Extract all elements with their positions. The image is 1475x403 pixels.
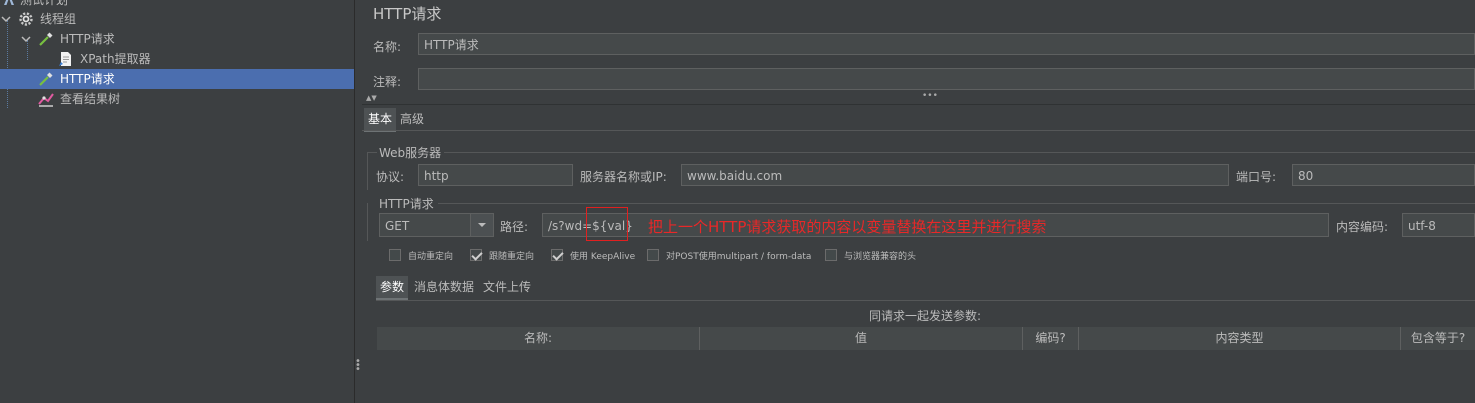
server-label: 服务器名称或IP: bbox=[580, 170, 667, 184]
port-label: 端口号: bbox=[1236, 170, 1277, 184]
tab-divider bbox=[362, 130, 1475, 131]
tab-parameters[interactable]: 参数 bbox=[376, 276, 409, 300]
method-select[interactable]: GET bbox=[379, 213, 494, 237]
chevron-down-icon[interactable] bbox=[0, 9, 12, 29]
encoding-label: 内容编码: bbox=[1336, 220, 1389, 234]
checkbox-multipart[interactable] bbox=[647, 249, 659, 261]
method-value: GET bbox=[385, 219, 410, 233]
fieldset-border bbox=[438, 203, 1475, 204]
tree-item-label: HTTP请求 bbox=[60, 32, 115, 46]
column-header-value[interactable]: 值 bbox=[700, 327, 1023, 350]
checkbox-follow-redirect[interactable] bbox=[470, 249, 482, 261]
fieldset-border bbox=[367, 152, 377, 153]
chevron-down-icon[interactable] bbox=[470, 214, 493, 236]
test-plan-tree: 测试计划 线程组 HTTP请求 XPath提取器 HTTP请求 查看结果树 bbox=[0, 0, 354, 403]
http-request-legend: HTTP请求 bbox=[379, 197, 434, 211]
name-label: 名称: bbox=[373, 40, 402, 54]
results-chart-icon bbox=[38, 91, 54, 107]
checkbox-label: 对POST使用multipart / form-data bbox=[666, 252, 812, 262]
web-server-legend: Web服务器 bbox=[379, 146, 442, 160]
comment-field[interactable] bbox=[418, 68, 1475, 90]
protocol-label: 协议: bbox=[376, 170, 405, 184]
params-table-body[interactable] bbox=[377, 350, 1475, 403]
port-field[interactable]: 80 bbox=[1292, 164, 1475, 186]
fieldset-border bbox=[444, 152, 1475, 153]
tree-item-http-request-2[interactable]: HTTP请求 bbox=[0, 69, 354, 89]
tree-item-xpath-extractor[interactable]: XPath提取器 bbox=[0, 49, 354, 69]
test-plan-icon bbox=[2, 0, 18, 8]
tree-item-view-results-tree[interactable]: 查看结果树 bbox=[0, 89, 354, 109]
comment-label: 注释: bbox=[373, 75, 402, 89]
sampler-pipette-icon bbox=[38, 71, 54, 87]
document-icon bbox=[58, 51, 74, 67]
checkbox-keepalive[interactable] bbox=[551, 249, 563, 261]
checkbox-browser-headers[interactable] bbox=[825, 249, 837, 261]
horizontal-splitter[interactable]: ▲▼ ••• bbox=[362, 91, 1475, 105]
sampler-pipette-icon bbox=[38, 31, 54, 47]
server-field[interactable]: www.baidu.com bbox=[681, 164, 1229, 186]
tab-body-data[interactable]: 消息体数据 bbox=[410, 276, 478, 298]
splitter-grip-icon[interactable]: ••• bbox=[355, 357, 361, 375]
checkbox-label: 与浏览器兼容的头 bbox=[844, 252, 917, 262]
tree-item-http-request-1[interactable]: HTTP请求 bbox=[0, 29, 354, 49]
annotation-highlight-box bbox=[586, 207, 628, 241]
checkbox-auto-redirect[interactable] bbox=[389, 249, 401, 261]
fieldset-border bbox=[367, 152, 368, 190]
params-caption: 同请求一起发送参数: bbox=[869, 309, 982, 323]
tree-item-label: 线程组 bbox=[40, 12, 77, 26]
column-header-content-type[interactable]: 内容类型 bbox=[1079, 327, 1401, 350]
protocol-field[interactable]: http bbox=[418, 164, 573, 186]
tree-item-thread-group[interactable]: 线程组 bbox=[0, 9, 354, 29]
checkbox-label: 自动重定向 bbox=[408, 252, 454, 262]
tab-divider bbox=[376, 300, 1475, 301]
fieldset-border bbox=[367, 203, 368, 241]
checkbox-label: 跟随重定向 bbox=[489, 252, 535, 262]
path-label: 路径: bbox=[500, 220, 529, 234]
http-request-panel: HTTP请求 名称: HTTP请求 注释: ▲▼ ••• 基本 高级 Web服务… bbox=[362, 0, 1475, 403]
chevron-down-icon[interactable] bbox=[20, 29, 32, 49]
tree-item-label: 查看结果树 bbox=[60, 92, 121, 106]
column-header-encode[interactable]: 编码? bbox=[1023, 327, 1079, 350]
tab-basic[interactable]: 基本 bbox=[364, 108, 397, 132]
tree-item-label: HTTP请求 bbox=[60, 72, 115, 86]
page-title: HTTP请求 bbox=[373, 5, 442, 23]
checkbox-label: 使用 KeepAlive bbox=[570, 252, 636, 262]
annotation-text: 把上一个HTTP请求获取的内容以变量替换在这里并进行搜索 bbox=[648, 218, 1047, 236]
column-header-include-equals[interactable]: 包含等于? bbox=[1401, 327, 1475, 350]
tab-file-upload[interactable]: 文件上传 bbox=[479, 276, 535, 298]
tree-item-label: XPath提取器 bbox=[80, 52, 151, 66]
column-header-name[interactable]: 名称: bbox=[377, 327, 700, 350]
name-field[interactable]: HTTP请求 bbox=[418, 33, 1475, 55]
tab-advanced[interactable]: 高级 bbox=[396, 108, 428, 130]
splitter-grip-icon[interactable]: ••• bbox=[922, 91, 938, 101]
gear-icon bbox=[18, 11, 34, 27]
collapse-arrows-icon[interactable]: ▲▼ bbox=[366, 94, 377, 102]
encoding-field[interactable]: utf-8 bbox=[1402, 213, 1475, 237]
